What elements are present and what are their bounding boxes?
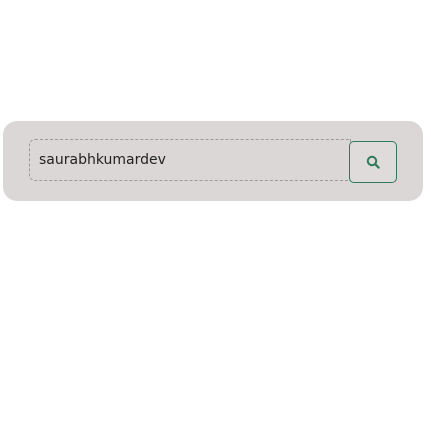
- page: [0, 0, 431, 431]
- search-icon: [366, 155, 380, 169]
- search-input[interactable]: [29, 139, 351, 181]
- search-bar: [3, 121, 423, 201]
- search-button[interactable]: [349, 141, 397, 183]
